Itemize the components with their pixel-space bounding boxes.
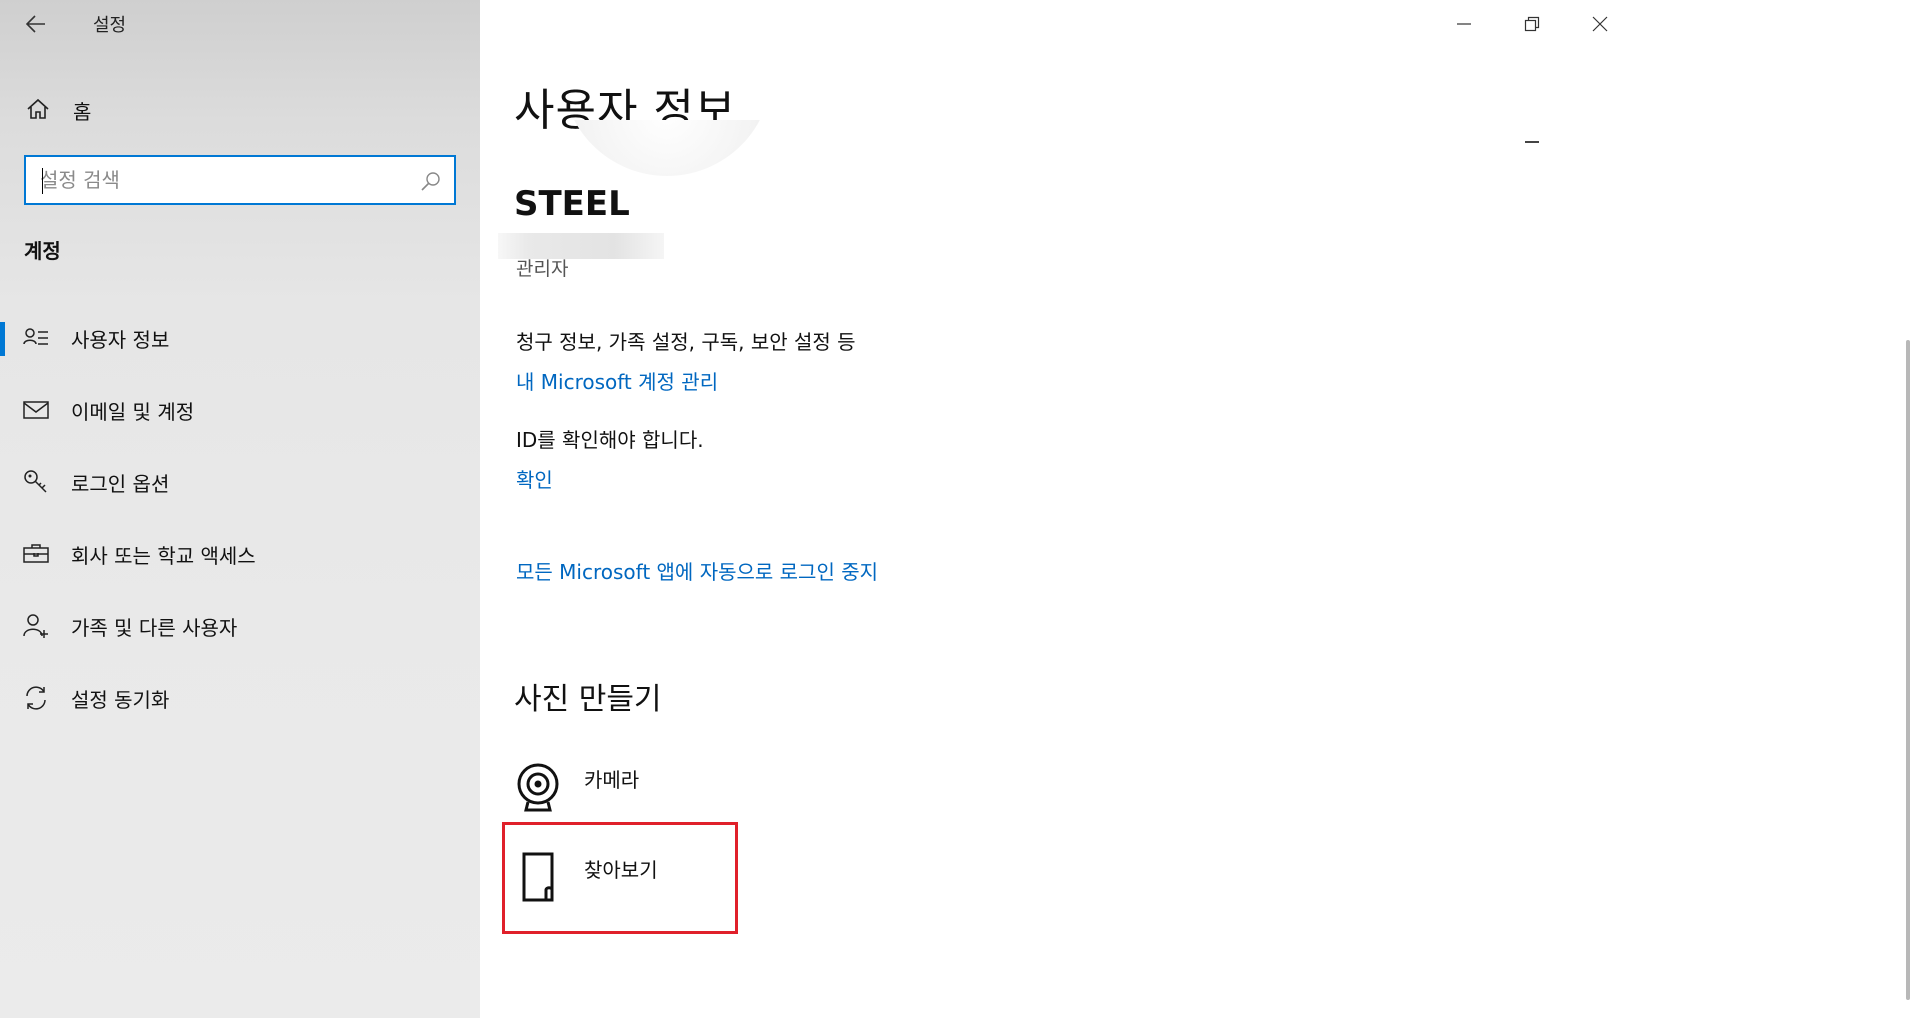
sidebar-item-family-users[interactable]: 가족 및 다른 사용자 (0, 598, 480, 654)
stop-auto-signin-link[interactable]: 모든 Microsoft 앱에 자동으로 로그인 중지 (516, 556, 878, 585)
title-bar-left: 설정 (0, 0, 480, 48)
home-icon (27, 98, 49, 119)
sidebar-item-signin-options[interactable]: 로그인 옵션 (0, 454, 480, 510)
briefcase-icon (23, 544, 49, 563)
user-info-icon (23, 328, 48, 345)
active-indicator (0, 322, 5, 356)
sidebar: 설정 홈 계정 사용자 정보 이메일 및 계정 (0, 0, 480, 1018)
manage-account-link[interactable]: 내 Microsoft 계정 관리 (516, 366, 718, 395)
window-title: 설정 (93, 15, 127, 36)
account-username: STEEL (514, 184, 630, 224)
sidebar-item-home[interactable]: 홈 (0, 88, 480, 128)
key-icon (24, 470, 47, 493)
restore-icon (1524, 16, 1540, 32)
sidebar-item-label: 이메일 및 계정 (71, 400, 195, 424)
back-button[interactable] (14, 6, 58, 42)
sidebar-item-label: 회사 또는 학교 액세스 (71, 544, 256, 568)
restore-button[interactable] (1498, 0, 1566, 48)
camera-icon (517, 763, 559, 812)
close-button[interactable] (1566, 0, 1634, 48)
account-role-text: 관리자 (516, 258, 569, 280)
account-role: 관리자 (516, 256, 568, 282)
minimize-icon (1457, 23, 1471, 25)
mail-icon (23, 401, 49, 419)
camera-label: 카메라 (584, 768, 640, 792)
verify-identity-text: ID를 확인해야 합니다. (516, 428, 704, 452)
avatar (562, 120, 772, 176)
verify-link[interactable]: 확인 (516, 464, 553, 493)
scrollbar[interactable] (1906, 340, 1910, 1000)
create-photo-heading: 사진 만들기 (514, 682, 662, 717)
sidebar-item-user-info[interactable]: 사용자 정보 (0, 310, 480, 366)
main-content: 사용자 정보 STEEL 관리자 청구 정보, 가족 설정, 구독, 보안 설정… (480, 0, 1920, 1018)
search-icon[interactable] (420, 170, 442, 192)
minimize-button[interactable] (1430, 0, 1498, 48)
search-input[interactable] (40, 164, 420, 196)
sidebar-item-work-school[interactable]: 회사 또는 학교 액세스 (0, 526, 480, 582)
billing-description: 청구 정보, 가족 설정, 구독, 보안 설정 등 (516, 330, 856, 354)
close-icon (1592, 16, 1608, 32)
text-caret (42, 168, 43, 194)
divider-dash (1525, 141, 1539, 143)
add-user-icon (23, 614, 48, 638)
sync-icon (26, 686, 46, 710)
sidebar-item-label: 가족 및 다른 사용자 (71, 616, 238, 640)
back-arrow-icon (26, 15, 45, 33)
sidebar-item-label: 사용자 정보 (71, 328, 170, 352)
sidebar-item-label: 로그인 옵션 (71, 472, 170, 496)
highlight-annotation (502, 822, 738, 934)
section-title: 계정 (24, 239, 61, 263)
sidebar-item-email-accounts[interactable]: 이메일 및 계정 (0, 382, 480, 438)
sidebar-item-sync-settings[interactable]: 설정 동기화 (0, 670, 480, 726)
home-label: 홈 (73, 100, 92, 124)
search-box[interactable] (24, 155, 456, 205)
sidebar-item-label: 설정 동기화 (71, 688, 170, 712)
